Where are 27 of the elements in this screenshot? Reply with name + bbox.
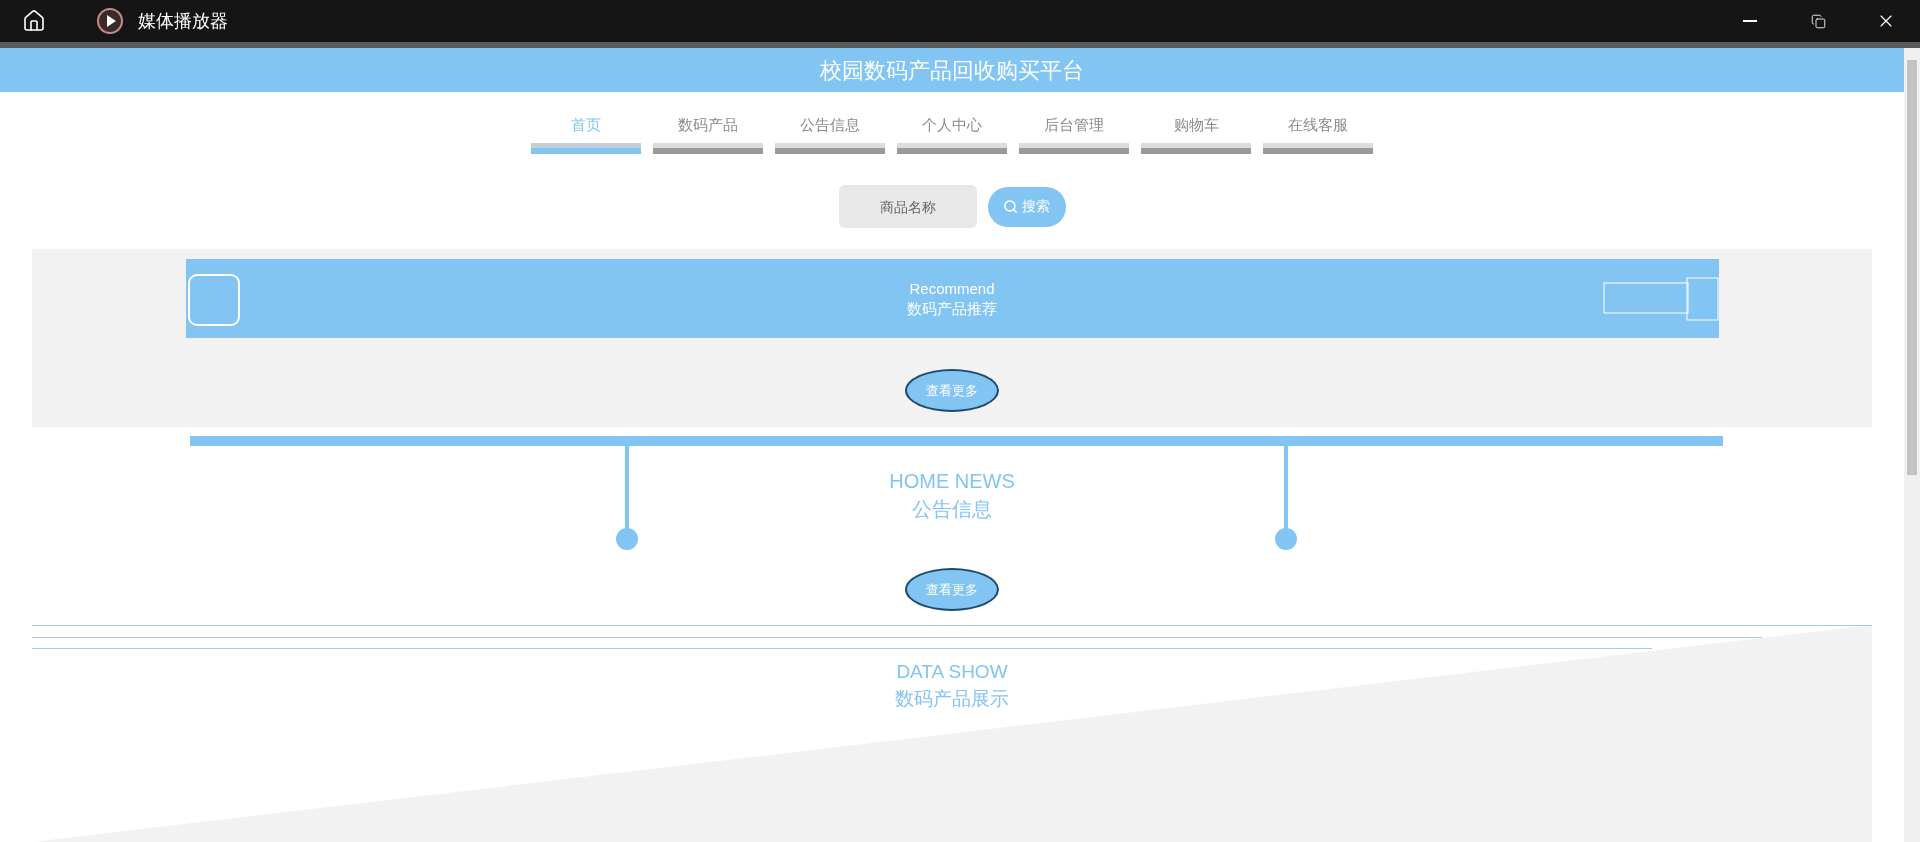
home-icon[interactable] xyxy=(22,9,46,33)
section-title-en: DATA SHOW xyxy=(896,660,1008,684)
section-title: 数码产品展示 xyxy=(895,687,1009,711)
nav-tab[interactable]: 在线客服 xyxy=(1263,114,1373,154)
restore-icon xyxy=(1810,13,1826,29)
nav-tab[interactable]: 首页 xyxy=(531,114,641,154)
nav-tab[interactable]: 公告信息 xyxy=(775,114,885,154)
nav-tab[interactable]: 个人中心 xyxy=(897,114,1007,154)
section-title: 公告信息 xyxy=(912,497,992,522)
view-more-button[interactable]: 查看更多 xyxy=(905,369,999,412)
nav-tab[interactable]: 数码产品 xyxy=(653,114,763,154)
search-icon xyxy=(1003,199,1018,214)
rounded-square-icon xyxy=(187,274,240,326)
minimize-icon xyxy=(1743,20,1757,22)
view-more-button[interactable]: 查看更多 xyxy=(905,568,999,611)
search-field[interactable]: 商品名称 xyxy=(838,185,977,228)
section-title-en: HOME NEWS xyxy=(889,469,1015,494)
nav-tab[interactable]: 购物车 xyxy=(1141,114,1251,154)
search-button[interactable]: 搜索 xyxy=(987,186,1066,227)
section-title-en: Recommend xyxy=(909,278,995,299)
play-icon xyxy=(96,7,124,35)
window-title: 媒体播放器 xyxy=(138,9,228,33)
section-title: 数码产品推荐 xyxy=(907,298,997,319)
scrollbar[interactable] xyxy=(1904,48,1920,842)
rectangles-icon xyxy=(1602,277,1719,321)
nav-tab[interactable]: 后台管理 xyxy=(1019,114,1129,154)
site-title: 校园数码产品回收购买平台 xyxy=(820,56,1084,85)
